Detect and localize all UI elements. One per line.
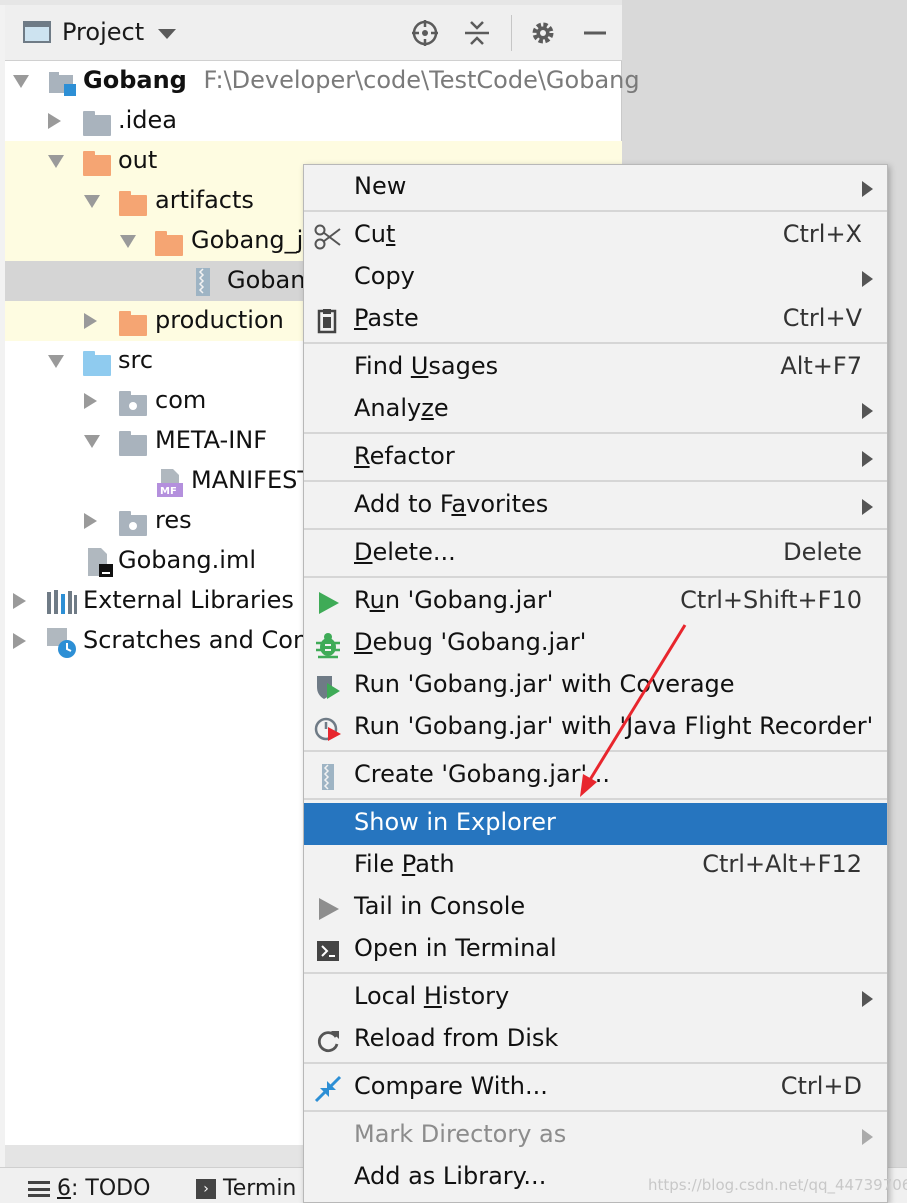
watermark: https://blog.csdn.net/qq_44739706 [648,1176,907,1194]
annotation-arrow [580,624,687,797]
